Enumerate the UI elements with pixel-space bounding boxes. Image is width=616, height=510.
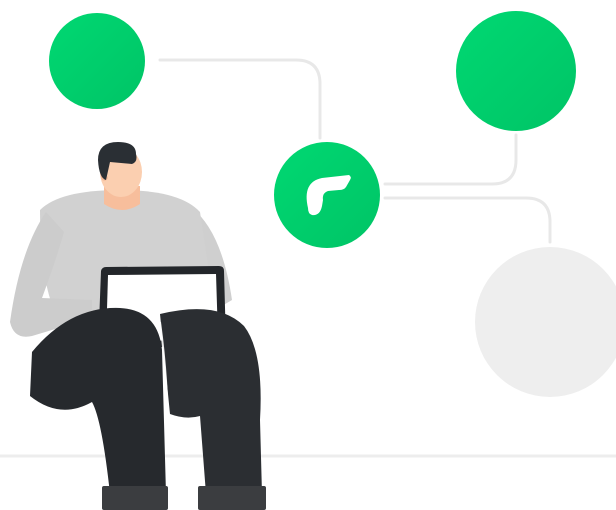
connector-center-to-gray — [383, 196, 552, 244]
person-leg-right — [160, 309, 262, 494]
green-node-top-right — [456, 11, 576, 131]
green-node-top-left — [49, 13, 145, 109]
person-leg-left — [30, 307, 166, 494]
brand-node-circle — [274, 142, 380, 248]
illustration-canvas — [0, 11, 616, 510]
connector-center-to-top-right — [383, 133, 518, 186]
gray-node-placeholder — [475, 247, 616, 397]
person-shoe-left — [102, 486, 168, 510]
person-shoe-right — [198, 486, 266, 510]
brand-node — [274, 142, 380, 248]
hero-illustration — [0, 0, 616, 510]
connector-top-left-to-center — [158, 58, 322, 140]
